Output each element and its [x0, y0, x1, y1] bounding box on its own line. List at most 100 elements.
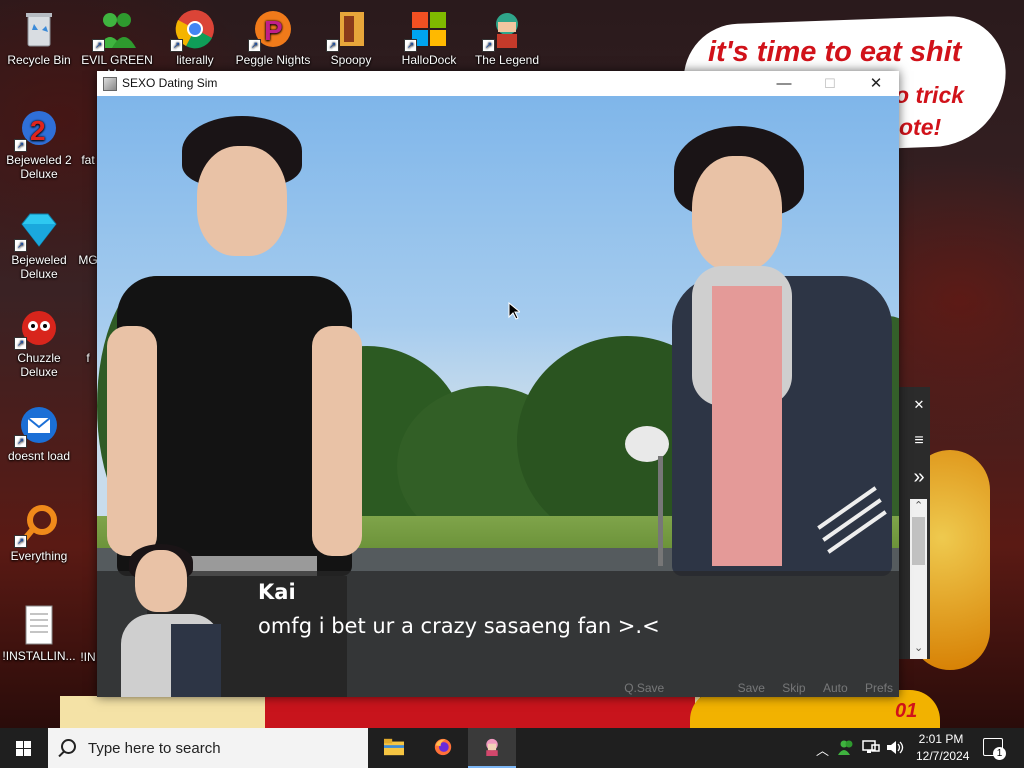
game-character-icon: ↗: [482, 8, 528, 52]
shortcut-arrow-icon: ↗: [92, 39, 105, 52]
desktop-icon-hallodock[interactable]: ↗ HalloDock: [390, 8, 468, 67]
desktop-icon-label: MG: [78, 253, 98, 267]
close-button[interactable]: ✕: [853, 71, 899, 96]
app-icon: [78, 108, 98, 150]
desktop-icon-label: Everything: [10, 549, 68, 563]
shortcut-arrow-icon: ↗: [14, 535, 27, 548]
desktop-icon-recycle-bin[interactable]: Recycle Bin: [0, 8, 78, 67]
people-icon: ↗: [92, 8, 138, 52]
show-hidden-icons-button[interactable]: ︿: [816, 740, 829, 759]
desktop-icon-peggle[interactable]: P ↗ Peggle Nights: [234, 8, 312, 67]
svg-text:P: P: [264, 15, 283, 46]
window-titlebar[interactable]: SEXO Dating Sim — ☐ ✕: [97, 71, 899, 96]
desktop-icon-f[interactable]: f: [78, 326, 98, 365]
desktop-icon-label: doesnt load: [7, 449, 71, 463]
firefox-icon: [434, 738, 452, 756]
window-title: SEXO Dating Sim: [122, 76, 218, 90]
desktop-icon-doesnt-load[interactable]: ↗ doesnt load: [0, 404, 78, 463]
app-icon: [78, 326, 98, 348]
desktop-icon-bejeweled-2[interactable]: 2 ↗ Bejeweled 2 Deluxe: [0, 108, 78, 181]
desktop-icon-everything[interactable]: ↗ Everything: [0, 504, 78, 563]
dialogue-text: omfg i bet ur a crazy sasaeng fan >.<: [258, 614, 660, 638]
desktop-icon-in[interactable]: !IN: [78, 650, 98, 664]
desktop-icon-the-legend[interactable]: ↗ The Legend: [468, 8, 546, 67]
desktop-icon-label: fat: [81, 153, 95, 167]
chuzzle-icon: ↗: [14, 306, 60, 350]
search-ring-icon: ↗: [14, 504, 60, 548]
desktop-icon-label: HalloDock: [401, 53, 457, 67]
shortcut-arrow-icon: ↗: [404, 39, 417, 52]
desktop-icon-label: Bejeweled Deluxe: [11, 253, 67, 281]
desktop-icon-label: Recycle Bin: [7, 53, 71, 67]
search-placeholder: Type here to search: [88, 740, 221, 757]
file-explorer-icon: [384, 738, 404, 756]
desktop-icon-label: literally: [176, 53, 214, 67]
search-icon: [61, 739, 76, 754]
bubble-line-3: ote!: [899, 114, 942, 140]
skip-button[interactable]: Skip: [782, 681, 805, 695]
minimize-button[interactable]: —: [761, 71, 807, 96]
shortcut-arrow-icon: ↗: [14, 337, 27, 350]
app-window-icon: [103, 77, 117, 91]
shortcut-arrow-icon: ↗: [14, 239, 27, 252]
desktop-icon-mg[interactable]: MG: [78, 228, 98, 267]
desktop-icon-label: Spoopy: [330, 53, 372, 67]
quick-menu: Q.Save Save Skip Auto Prefs: [610, 681, 893, 695]
recycle-bin-icon: [18, 8, 60, 50]
scroll-down-icon[interactable]: ⌄: [914, 641, 923, 654]
desktop-icon-bejeweled[interactable]: ↗ Bejeweled Deluxe: [0, 208, 78, 281]
save-button[interactable]: Save: [738, 681, 765, 695]
taskbar-search-box[interactable]: Type here to search: [48, 728, 368, 768]
desktop-icon-label: Peggle Nights: [235, 53, 311, 67]
network-icon[interactable]: [862, 740, 880, 755]
shortcut-arrow-icon: ↗: [482, 39, 495, 52]
system-clock[interactable]: 2:01 PM 12/7/2024: [916, 731, 970, 765]
shortcut-arrow-icon: ↗: [14, 139, 27, 152]
volume-icon[interactable]: [886, 740, 904, 755]
scroll-up-icon[interactable]: ⌃: [914, 499, 923, 512]
desktop-icon-fat[interactable]: fat: [78, 108, 98, 167]
diamond-icon: ↗: [14, 208, 60, 252]
wallpaper-red-band: [265, 696, 695, 728]
shortcut-arrow-icon: ↗: [14, 435, 27, 448]
game-scene[interactable]: Kai omfg i bet ur a crazy sasaeng fan >.…: [97, 96, 899, 697]
shortcut-arrow-icon: ↗: [248, 39, 261, 52]
auto-button[interactable]: Auto: [823, 681, 848, 695]
people-tray-icon[interactable]: [838, 739, 854, 755]
desktop-icon-literally[interactable]: ↗ literally: [156, 8, 234, 67]
desktop-icon-label: f: [86, 351, 90, 365]
desktop-icon-label: Chuzzle Deluxe: [17, 351, 61, 379]
bubble-line-1: it's time to eat shit: [708, 36, 962, 68]
taskbar: Type here to search ︿ 2:01 PM 12/7/2024 …: [0, 728, 1024, 768]
desktop-icon-label: !INSTALLIN...: [2, 649, 76, 663]
scrollbar-thumb[interactable]: [912, 517, 925, 565]
desktop-icon-spoopy[interactable]: ↗ Spoopy: [312, 8, 390, 67]
speaker-name: Kai: [258, 580, 296, 604]
text-file-icon: [18, 604, 60, 646]
clock-date: 12/7/2024: [916, 749, 970, 763]
chrome-icon: ↗: [170, 8, 216, 52]
app-icon: [78, 228, 98, 250]
taskbar-dating-sim[interactable]: [468, 728, 516, 768]
start-button[interactable]: [0, 728, 48, 768]
mouse-cursor-icon: [508, 302, 520, 320]
thunderbird-icon: ↗: [14, 404, 60, 448]
speaker-side-image: [111, 544, 221, 697]
shortcut-arrow-icon: ↗: [170, 39, 183, 52]
bejeweled-2-icon: 2 ↗: [14, 108, 60, 152]
maximize-button[interactable]: ☐: [807, 71, 853, 96]
desktop-icon-installing[interactable]: !INSTALLIN...: [0, 604, 78, 663]
shortcut-arrow-icon: ↗: [326, 39, 339, 52]
bubble-line-2: o trick: [895, 82, 965, 108]
taskbar-firefox[interactable]: [419, 728, 467, 768]
desktop-icon-chuzzle[interactable]: ↗ Chuzzle Deluxe: [0, 306, 78, 379]
svg-text:2: 2: [30, 115, 46, 146]
dating-sim-window[interactable]: SEXO Dating Sim — ☐ ✕ Kai omfg i bet ur …: [97, 71, 899, 697]
quick-save-button[interactable]: Q.Save: [624, 681, 664, 695]
prefs-button[interactable]: Prefs: [865, 681, 893, 695]
notification-count-badge: 1: [993, 747, 1006, 760]
clock-time: 2:01 PM: [918, 732, 964, 746]
taskbar-file-explorer[interactable]: [370, 728, 418, 768]
dating-sim-icon: [486, 738, 498, 756]
desktop-icon-label: Bejeweled 2 Deluxe: [6, 153, 72, 181]
